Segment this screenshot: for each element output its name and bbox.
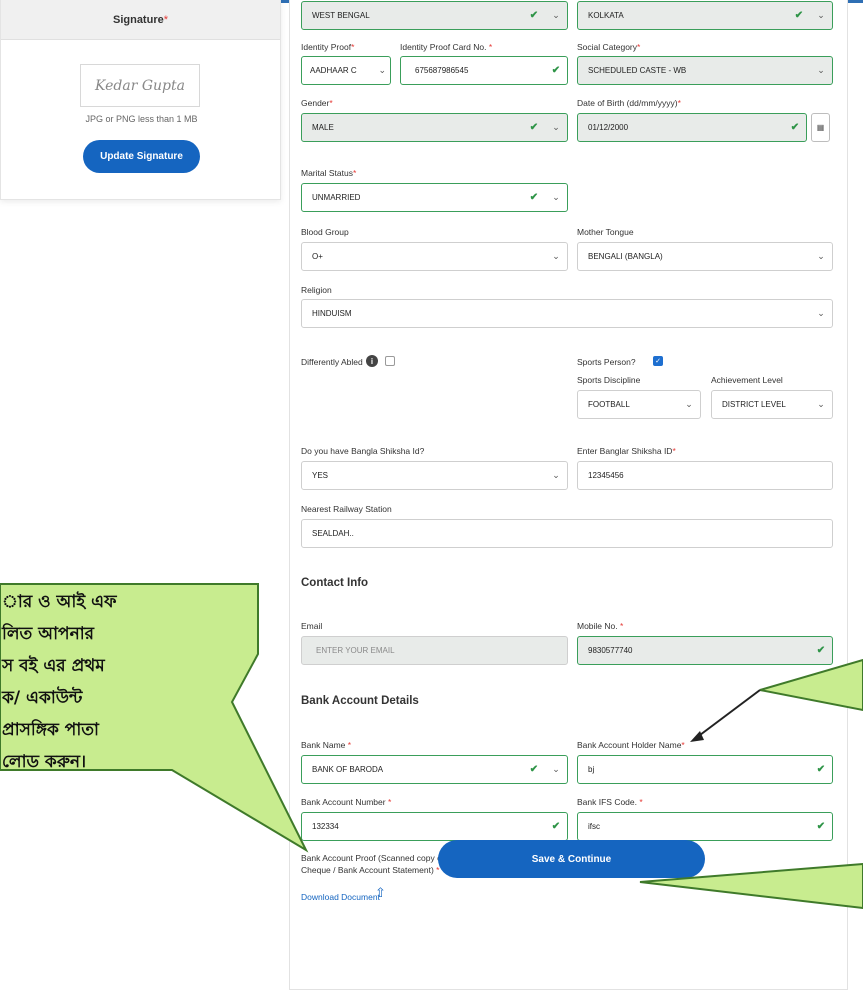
callout-text: ার ও আই এফ লিত আপনার স বই এর প্রথম ক/ এক…	[2, 586, 117, 778]
callout-line: ক/ একাউন্ট	[2, 688, 83, 708]
callout-overlay	[0, 583, 863, 910]
callout-line: প্রাসঙ্গিক পাতা	[2, 720, 99, 740]
right-callout-bubble-top	[759, 658, 863, 712]
callout-line: লোড করুন।	[2, 752, 87, 772]
callout-line: ার ও আই এফ	[2, 592, 117, 612]
right-callout-bubble-bottom	[639, 862, 863, 910]
callout-line: স বই এর প্রথম	[2, 656, 105, 676]
callout-line: লিত আপনার	[2, 624, 95, 644]
holder-pointer-arrow	[695, 689, 761, 739]
